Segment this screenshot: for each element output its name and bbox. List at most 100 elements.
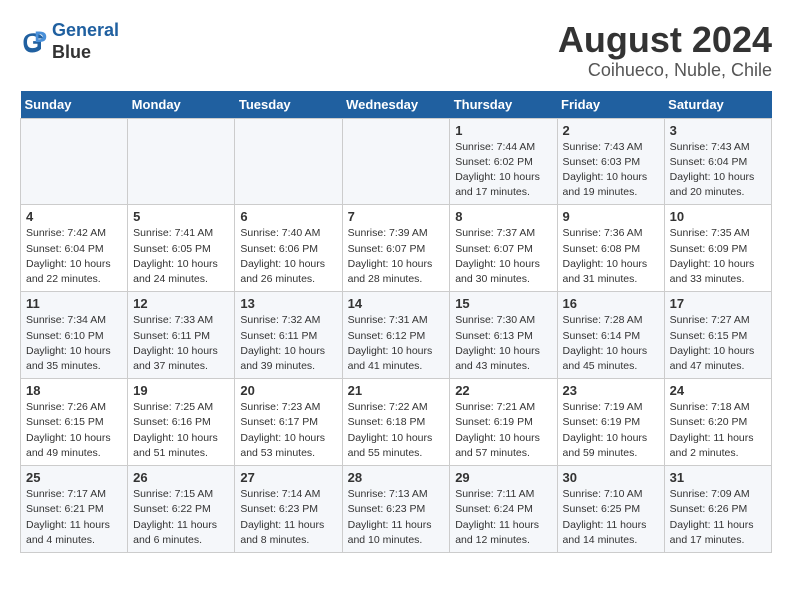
day-number: 20: [240, 383, 336, 398]
day-number: 22: [455, 383, 551, 398]
day-cell: 18 Sunrise: 7:26 AM Sunset: 6:15 PM Dayli…: [21, 379, 128, 466]
day-number: 17: [670, 296, 766, 311]
day-info: Sunrise: 7:41 AM Sunset: 6:05 PM Dayligh…: [133, 226, 229, 287]
day-info: Sunrise: 7:11 AM Sunset: 6:24 PM Dayligh…: [455, 487, 551, 548]
logo-icon: [20, 28, 48, 56]
day-cell: 28 Sunrise: 7:13 AM Sunset: 6:23 PM Dayli…: [342, 466, 450, 553]
day-cell: 16 Sunrise: 7:28 AM Sunset: 6:14 PM Dayli…: [557, 292, 664, 379]
day-number: 7: [348, 209, 445, 224]
calendar-body: 1 Sunrise: 7:44 AM Sunset: 6:02 PM Daylig…: [21, 118, 772, 552]
day-number: 1: [455, 123, 551, 138]
calendar-header: SundayMondayTuesdayWednesdayThursdayFrid…: [21, 91, 772, 119]
day-cell: 13 Sunrise: 7:32 AM Sunset: 6:11 PM Dayli…: [235, 292, 342, 379]
day-info: Sunrise: 7:23 AM Sunset: 6:17 PM Dayligh…: [240, 400, 336, 461]
day-info: Sunrise: 7:35 AM Sunset: 6:09 PM Dayligh…: [670, 226, 766, 287]
day-number: 28: [348, 470, 445, 485]
calendar-title: August 2024: [558, 20, 772, 60]
logo-line2: Blue: [52, 42, 119, 64]
day-cell: 10 Sunrise: 7:35 AM Sunset: 6:09 PM Dayli…: [664, 205, 771, 292]
day-number: 4: [26, 209, 122, 224]
day-cell: 5 Sunrise: 7:41 AM Sunset: 6:05 PM Daylig…: [128, 205, 235, 292]
day-number: 23: [563, 383, 659, 398]
day-cell: [128, 118, 235, 205]
day-cell: [342, 118, 450, 205]
day-cell: 2Sunrise: 7:43 AM Sunset: 6:03 PM Daylig…: [557, 118, 664, 205]
day-info: Sunrise: 7:25 AM Sunset: 6:16 PM Dayligh…: [133, 400, 229, 461]
day-number: 27: [240, 470, 336, 485]
day-cell: [235, 118, 342, 205]
week-row-4: 18 Sunrise: 7:26 AM Sunset: 6:15 PM Dayli…: [21, 379, 772, 466]
day-info: Sunrise: 7:39 AM Sunset: 6:07 PM Dayligh…: [348, 226, 445, 287]
day-number: 13: [240, 296, 336, 311]
day-cell: 4Sunrise: 7:42 AM Sunset: 6:04 PM Daylig…: [21, 205, 128, 292]
day-number: 26: [133, 470, 229, 485]
day-number: 12: [133, 296, 229, 311]
day-cell: 8 Sunrise: 7:37 AM Sunset: 6:07 PM Daylig…: [450, 205, 557, 292]
calendar-subtitle: Coihueco, Nuble, Chile: [558, 60, 772, 81]
weekday-header-monday: Monday: [128, 91, 235, 119]
day-info: Sunrise: 7:44 AM Sunset: 6:02 PM Dayligh…: [455, 140, 551, 201]
day-cell: 7 Sunrise: 7:39 AM Sunset: 6:07 PM Daylig…: [342, 205, 450, 292]
day-info: Sunrise: 7:33 AM Sunset: 6:11 PM Dayligh…: [133, 313, 229, 374]
day-number: 3: [670, 123, 766, 138]
day-number: 14: [348, 296, 445, 311]
day-number: 24: [670, 383, 766, 398]
day-cell: 30 Sunrise: 7:10 AM Sunset: 6:25 PM Dayli…: [557, 466, 664, 553]
weekday-header-saturday: Saturday: [664, 91, 771, 119]
day-cell: 11Sunrise: 7:34 AM Sunset: 6:10 PM Dayli…: [21, 292, 128, 379]
day-cell: 15Sunrise: 7:30 AM Sunset: 6:13 PM Dayli…: [450, 292, 557, 379]
day-info: Sunrise: 7:34 AM Sunset: 6:10 PM Dayligh…: [26, 313, 122, 374]
day-info: Sunrise: 7:19 AM Sunset: 6:19 PM Dayligh…: [563, 400, 659, 461]
day-cell: 23 Sunrise: 7:19 AM Sunset: 6:19 PM Dayli…: [557, 379, 664, 466]
day-info: Sunrise: 7:13 AM Sunset: 6:23 PM Dayligh…: [348, 487, 445, 548]
day-info: Sunrise: 7:09 AM Sunset: 6:26 PM Dayligh…: [670, 487, 766, 548]
day-info: Sunrise: 7:15 AM Sunset: 6:22 PM Dayligh…: [133, 487, 229, 548]
day-cell: 29 Sunrise: 7:11 AM Sunset: 6:24 PM Dayli…: [450, 466, 557, 553]
day-cell: 19 Sunrise: 7:25 AM Sunset: 6:16 PM Dayli…: [128, 379, 235, 466]
day-info: Sunrise: 7:22 AM Sunset: 6:18 PM Dayligh…: [348, 400, 445, 461]
day-cell: 26 Sunrise: 7:15 AM Sunset: 6:22 PM Dayli…: [128, 466, 235, 553]
day-number: 8: [455, 209, 551, 224]
weekday-header-friday: Friday: [557, 91, 664, 119]
day-info: Sunrise: 7:43 AM Sunset: 6:04 PM Dayligh…: [670, 140, 766, 201]
day-cell: 9 Sunrise: 7:36 AM Sunset: 6:08 PM Daylig…: [557, 205, 664, 292]
day-info: Sunrise: 7:32 AM Sunset: 6:11 PM Dayligh…: [240, 313, 336, 374]
day-number: 15: [455, 296, 551, 311]
day-cell: 6Sunrise: 7:40 AM Sunset: 6:06 PM Daylig…: [235, 205, 342, 292]
day-info: Sunrise: 7:27 AM Sunset: 6:15 PM Dayligh…: [670, 313, 766, 374]
logo-text: General Blue: [52, 20, 119, 63]
page-header: General Blue August 2024 Coihueco, Nuble…: [20, 20, 772, 81]
day-info: Sunrise: 7:28 AM Sunset: 6:14 PM Dayligh…: [563, 313, 659, 374]
day-info: Sunrise: 7:10 AM Sunset: 6:25 PM Dayligh…: [563, 487, 659, 548]
day-number: 21: [348, 383, 445, 398]
day-number: 25: [26, 470, 122, 485]
day-number: 16: [563, 296, 659, 311]
day-number: 18: [26, 383, 122, 398]
day-number: 31: [670, 470, 766, 485]
week-row-5: 25 Sunrise: 7:17 AM Sunset: 6:21 PM Dayli…: [21, 466, 772, 553]
day-number: 10: [670, 209, 766, 224]
day-info: Sunrise: 7:36 AM Sunset: 6:08 PM Dayligh…: [563, 226, 659, 287]
day-cell: 17 Sunrise: 7:27 AM Sunset: 6:15 PM Dayli…: [664, 292, 771, 379]
day-cell: 27 Sunrise: 7:14 AM Sunset: 6:23 PM Dayli…: [235, 466, 342, 553]
day-info: Sunrise: 7:21 AM Sunset: 6:19 PM Dayligh…: [455, 400, 551, 461]
title-block: August 2024 Coihueco, Nuble, Chile: [558, 20, 772, 81]
weekday-row: SundayMondayTuesdayWednesdayThursdayFrid…: [21, 91, 772, 119]
day-info: Sunrise: 7:18 AM Sunset: 6:20 PM Dayligh…: [670, 400, 766, 461]
day-number: 9: [563, 209, 659, 224]
day-number: 5: [133, 209, 229, 224]
day-number: 30: [563, 470, 659, 485]
weekday-header-thursday: Thursday: [450, 91, 557, 119]
day-number: 2: [563, 123, 659, 138]
calendar-table: SundayMondayTuesdayWednesdayThursdayFrid…: [20, 91, 772, 553]
week-row-2: 4Sunrise: 7:42 AM Sunset: 6:04 PM Daylig…: [21, 205, 772, 292]
day-info: Sunrise: 7:14 AM Sunset: 6:23 PM Dayligh…: [240, 487, 336, 548]
logo: General Blue: [20, 20, 119, 63]
day-number: 19: [133, 383, 229, 398]
day-info: Sunrise: 7:37 AM Sunset: 6:07 PM Dayligh…: [455, 226, 551, 287]
day-info: Sunrise: 7:17 AM Sunset: 6:21 PM Dayligh…: [26, 487, 122, 548]
day-info: Sunrise: 7:26 AM Sunset: 6:15 PM Dayligh…: [26, 400, 122, 461]
weekday-header-tuesday: Tuesday: [235, 91, 342, 119]
day-cell: 20 Sunrise: 7:23 AM Sunset: 6:17 PM Dayli…: [235, 379, 342, 466]
day-number: 29: [455, 470, 551, 485]
